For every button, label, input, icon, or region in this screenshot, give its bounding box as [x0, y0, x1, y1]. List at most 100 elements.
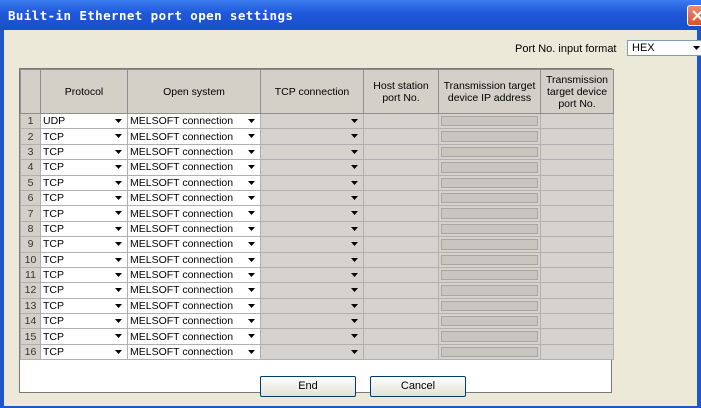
open-system-dropdown-button[interactable]: [246, 130, 258, 143]
tcp-connection-select[interactable]: [260, 205, 364, 222]
tcp-connection-dropdown-button[interactable]: [349, 284, 361, 297]
open-system-dropdown-button[interactable]: [246, 115, 258, 128]
protocol-dropdown-button[interactable]: [113, 161, 125, 174]
protocol-dropdown-button[interactable]: [113, 330, 125, 343]
protocol-dropdown-button[interactable]: [113, 222, 125, 235]
protocol-dropdown-button[interactable]: [113, 115, 125, 128]
tcp-connection-select[interactable]: [260, 112, 364, 130]
open-system-select[interactable]: MELSOFT connection: [127, 266, 261, 284]
protocol-dropdown-button[interactable]: [113, 207, 125, 220]
tcp-connection-dropdown-button[interactable]: [349, 238, 361, 251]
tcp-connection-select[interactable]: [260, 313, 364, 330]
protocol-select[interactable]: TCP: [40, 159, 128, 176]
tcp-connection-dropdown-button[interactable]: [349, 268, 361, 281]
open-system-select[interactable]: MELSOFT connection: [127, 189, 261, 207]
open-system-dropdown-button[interactable]: [246, 161, 258, 174]
open-system-dropdown-button[interactable]: [246, 345, 258, 358]
open-system-dropdown-button[interactable]: [246, 268, 258, 281]
protocol-dropdown-button[interactable]: [113, 345, 125, 358]
protocol-dropdown-button[interactable]: [113, 299, 125, 312]
tcp-connection-select[interactable]: [260, 297, 364, 315]
tcp-connection-dropdown-button[interactable]: [349, 299, 361, 312]
protocol-select[interactable]: TCP: [40, 220, 128, 238]
open-system-select[interactable]: MELSOFT connection: [127, 297, 261, 315]
protocol-dropdown-button[interactable]: [113, 253, 125, 266]
tcp-connection-dropdown-button[interactable]: [349, 176, 361, 189]
open-system-dropdown-button[interactable]: [246, 284, 258, 297]
tcp-connection-select[interactable]: [260, 343, 364, 361]
protocol-select[interactable]: TCP: [40, 205, 128, 222]
open-system-select[interactable]: MELSOFT connection: [127, 220, 261, 238]
tcp-connection-select[interactable]: [260, 143, 364, 161]
tcp-connection-dropdown-button[interactable]: [349, 222, 361, 235]
tcp-connection-select[interactable]: [260, 128, 364, 145]
tcp-connection-select[interactable]: [260, 159, 364, 176]
protocol-dropdown-button[interactable]: [113, 191, 125, 204]
protocol-select[interactable]: TCP: [40, 313, 128, 330]
end-button[interactable]: End: [260, 376, 356, 397]
protocol-select[interactable]: TCP: [40, 236, 128, 253]
tcp-connection-select[interactable]: [260, 328, 364, 345]
protocol-select[interactable]: TCP: [40, 251, 128, 268]
port-format-select[interactable]: HEX: [627, 40, 701, 56]
tcp-connection-select[interactable]: [260, 174, 364, 191]
open-system-dropdown-button[interactable]: [246, 315, 258, 328]
protocol-select[interactable]: TCP: [40, 266, 128, 284]
open-system-select[interactable]: MELSOFT connection: [127, 328, 261, 345]
open-system-dropdown-button[interactable]: [246, 238, 258, 251]
open-system-dropdown-button[interactable]: [246, 222, 258, 235]
open-system-dropdown-button[interactable]: [246, 253, 258, 266]
close-button[interactable]: [687, 5, 701, 26]
open-system-select[interactable]: MELSOFT connection: [127, 282, 261, 299]
open-system-dropdown-button[interactable]: [246, 330, 258, 343]
open-system-select[interactable]: MELSOFT connection: [127, 174, 261, 191]
tcp-connection-select[interactable]: [260, 282, 364, 299]
open-system-select[interactable]: MELSOFT connection: [127, 112, 261, 130]
cancel-button[interactable]: Cancel: [370, 376, 466, 397]
tcp-connection-dropdown-button[interactable]: [349, 130, 361, 143]
protocol-dropdown-button[interactable]: [113, 130, 125, 143]
open-system-select[interactable]: MELSOFT connection: [127, 251, 261, 268]
protocol-dropdown-button[interactable]: [113, 268, 125, 281]
open-system-dropdown-button[interactable]: [246, 207, 258, 220]
open-system-dropdown-button[interactable]: [246, 191, 258, 204]
tcp-connection-dropdown-button[interactable]: [349, 161, 361, 174]
tcp-connection-dropdown-button[interactable]: [349, 207, 361, 220]
protocol-select[interactable]: UDP: [40, 112, 128, 130]
protocol-dropdown-button[interactable]: [113, 315, 125, 328]
tcp-connection-dropdown-button[interactable]: [349, 191, 361, 204]
tcp-connection-select[interactable]: [260, 251, 364, 268]
tcp-connection-select[interactable]: [260, 266, 364, 284]
open-system-select[interactable]: MELSOFT connection: [127, 205, 261, 222]
open-system-select[interactable]: MELSOFT connection: [127, 143, 261, 161]
open-system-select[interactable]: MELSOFT connection: [127, 343, 261, 361]
protocol-dropdown-button[interactable]: [113, 284, 125, 297]
protocol-select[interactable]: TCP: [40, 282, 128, 299]
protocol-select[interactable]: TCP: [40, 189, 128, 207]
tcp-connection-dropdown-button[interactable]: [349, 253, 361, 266]
open-system-dropdown-button[interactable]: [246, 176, 258, 189]
open-system-select[interactable]: MELSOFT connection: [127, 128, 261, 145]
tcp-connection-dropdown-button[interactable]: [349, 330, 361, 343]
tcp-connection-dropdown-button[interactable]: [349, 345, 361, 358]
protocol-select[interactable]: TCP: [40, 297, 128, 315]
open-system-select[interactable]: MELSOFT connection: [127, 159, 261, 176]
protocol-dropdown-button[interactable]: [113, 238, 125, 251]
protocol-select[interactable]: TCP: [40, 328, 128, 345]
protocol-select[interactable]: TCP: [40, 343, 128, 361]
tcp-connection-dropdown-button[interactable]: [349, 145, 361, 158]
tcp-connection-select[interactable]: [260, 220, 364, 238]
protocol-dropdown-button[interactable]: [113, 145, 125, 158]
protocol-select[interactable]: TCP: [40, 128, 128, 145]
open-system-dropdown-button[interactable]: [246, 299, 258, 312]
protocol-dropdown-button[interactable]: [113, 176, 125, 189]
tcp-connection-select[interactable]: [260, 236, 364, 253]
protocol-select[interactable]: TCP: [40, 174, 128, 191]
protocol-select[interactable]: TCP: [40, 143, 128, 161]
open-system-select[interactable]: MELSOFT connection: [127, 236, 261, 253]
tcp-connection-dropdown-button[interactable]: [349, 315, 361, 328]
tcp-connection-select[interactable]: [260, 189, 364, 207]
open-system-dropdown-button[interactable]: [246, 145, 258, 158]
tcp-connection-dropdown-button[interactable]: [349, 115, 361, 128]
open-system-select[interactable]: MELSOFT connection: [127, 313, 261, 330]
